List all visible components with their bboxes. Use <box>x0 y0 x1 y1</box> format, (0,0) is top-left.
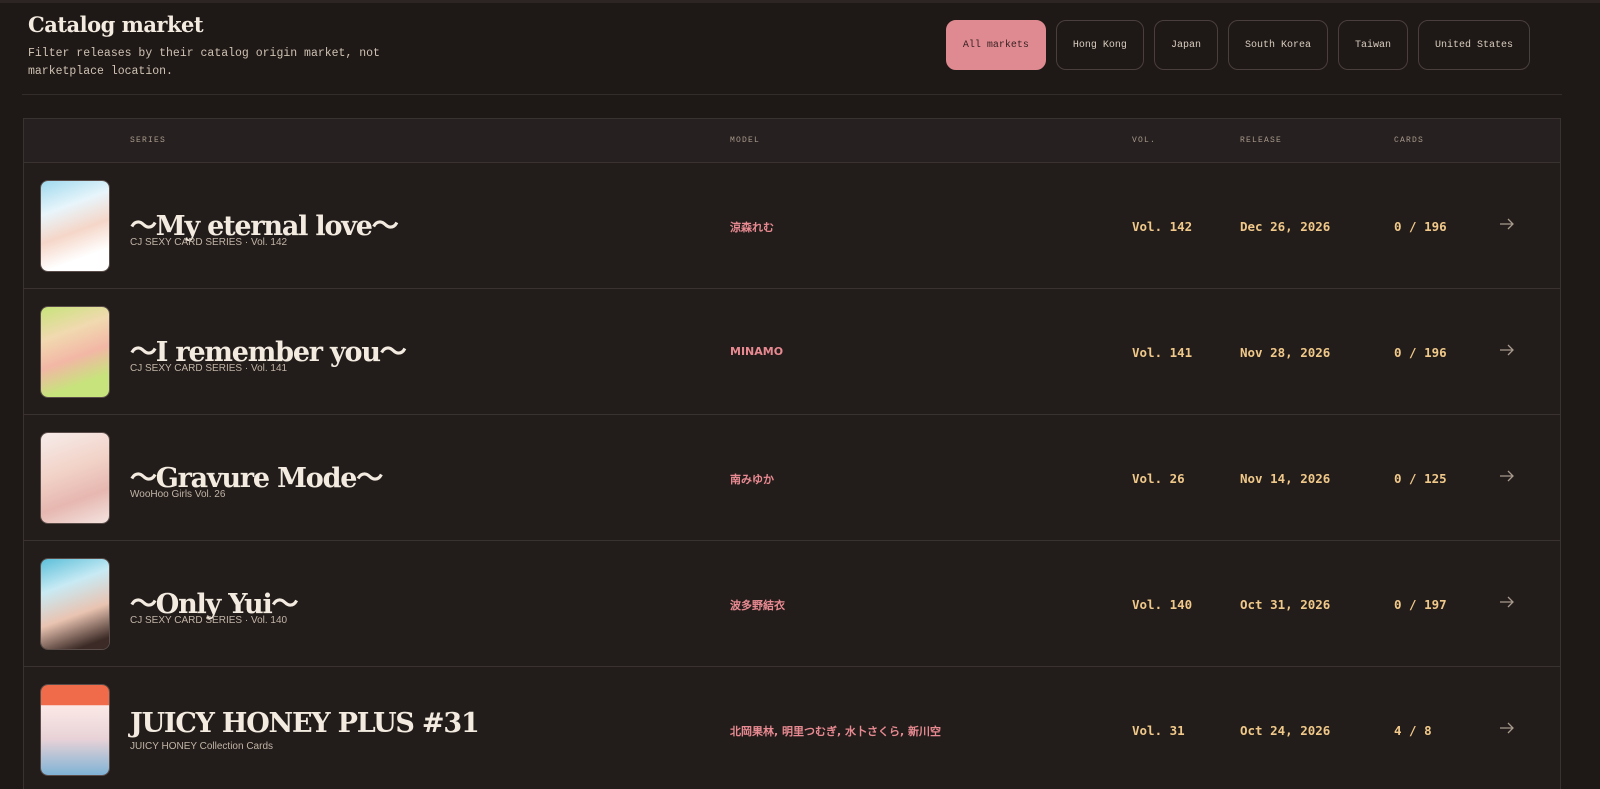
series-subtitle: CJ SEXY CARD SERIES · Vol. 142 <box>130 237 288 248</box>
cover-photo-icon <box>40 180 110 272</box>
cover-photo-icon <box>40 306 110 398</box>
series-subtitle: WooHoo Girls Vol. 26 <box>130 489 226 500</box>
release-date: Oct 31, 2026 <box>1240 597 1331 612</box>
column-header-release: RELEASE <box>1240 136 1283 145</box>
market-filter-group: All markets Hong Kong Japan South Korea … <box>945 20 1530 70</box>
cards-count: 0 / 125 <box>1394 471 1447 486</box>
table-row[interactable]: 〜Gravure Mode〜 WooHoo Girls Vol. 26 南みゆか… <box>24 415 1560 541</box>
top-border <box>0 0 1600 3</box>
release-date: Dec 26, 2026 <box>1240 219 1331 234</box>
cover-photo-icon <box>40 558 110 650</box>
page-description: Filter releases by their catalog origin … <box>28 47 380 78</box>
cover-photo-icon <box>40 684 110 776</box>
arrow-right-icon[interactable] <box>1498 593 1516 611</box>
cards-count: 4 / 8 <box>1394 723 1432 738</box>
model-name: 涼森れむ <box>730 221 774 234</box>
model-name: 南みゆか <box>730 473 774 486</box>
table-row[interactable]: 〜My eternal love〜 CJ SEXY CARD SERIES · … <box>24 163 1560 289</box>
series-subtitle: CJ SEXY CARD SERIES · Vol. 140 <box>130 615 288 626</box>
filter-south-korea[interactable]: South Korea <box>1227 20 1328 70</box>
volume-value: Vol. 141 <box>1132 345 1193 360</box>
column-header-series: SERIES <box>130 136 167 145</box>
table-row[interactable]: 〜Only Yui〜 CJ SEXY CARD SERIES · Vol. 14… <box>24 541 1560 667</box>
release-date: Oct 24, 2026 <box>1240 723 1331 738</box>
volume-value: Vol. 31 <box>1132 723 1185 738</box>
release-date: Nov 14, 2026 <box>1240 471 1331 486</box>
cover-photo-icon <box>40 432 110 524</box>
column-header-model: MODEL <box>730 136 761 145</box>
page-title: Catalog market <box>28 12 204 37</box>
filter-united-states[interactable]: United States <box>1417 20 1530 70</box>
model-name: 北岡果林, 明里つむぎ, 水卜さくら, 新川空 <box>730 725 942 738</box>
volume-value: Vol. 142 <box>1132 219 1193 234</box>
column-header-vol: VOL. <box>1132 136 1157 145</box>
volume-value: Vol. 26 <box>1132 471 1185 486</box>
table-row[interactable]: JUICY HONEY PLUS #31 JUICY HONEY Collect… <box>24 667 1560 789</box>
release-date: Nov 28, 2026 <box>1240 345 1331 360</box>
arrow-right-icon[interactable] <box>1498 719 1516 737</box>
arrow-right-icon[interactable] <box>1498 341 1516 359</box>
model-name: 波多野結衣 <box>730 599 785 612</box>
series-title: JUICY HONEY PLUS #31 <box>130 708 480 739</box>
arrow-right-icon[interactable] <box>1498 467 1516 485</box>
series-subtitle: JUICY HONEY Collection Cards <box>130 741 274 752</box>
series-subtitle: CJ SEXY CARD SERIES · Vol. 141 <box>130 363 288 374</box>
volume-value: Vol. 140 <box>1132 597 1193 612</box>
cards-count: 0 / 196 <box>1394 219 1447 234</box>
model-name: MINAMO <box>730 345 784 358</box>
page-header: Catalog market Filter releases by their … <box>28 12 418 81</box>
header-divider <box>22 94 1562 95</box>
filter-all-markets[interactable]: All markets <box>945 20 1046 70</box>
column-header-cards: CARDS <box>1394 136 1425 145</box>
arrow-right-icon[interactable] <box>1498 215 1516 233</box>
cards-count: 0 / 197 <box>1394 597 1447 612</box>
table-row[interactable]: 〜I remember you〜 CJ SEXY CARD SERIES · V… <box>24 289 1560 415</box>
filter-taiwan[interactable]: Taiwan <box>1337 20 1408 70</box>
filter-japan[interactable]: Japan <box>1153 20 1218 70</box>
table-header: SERIES MODEL VOL. RELEASE CARDS <box>24 119 1560 163</box>
cards-count: 0 / 196 <box>1394 345 1447 360</box>
releases-table: SERIES MODEL VOL. RELEASE CARDS 〜My eter… <box>23 118 1561 789</box>
filter-hong-kong[interactable]: Hong Kong <box>1055 20 1144 70</box>
